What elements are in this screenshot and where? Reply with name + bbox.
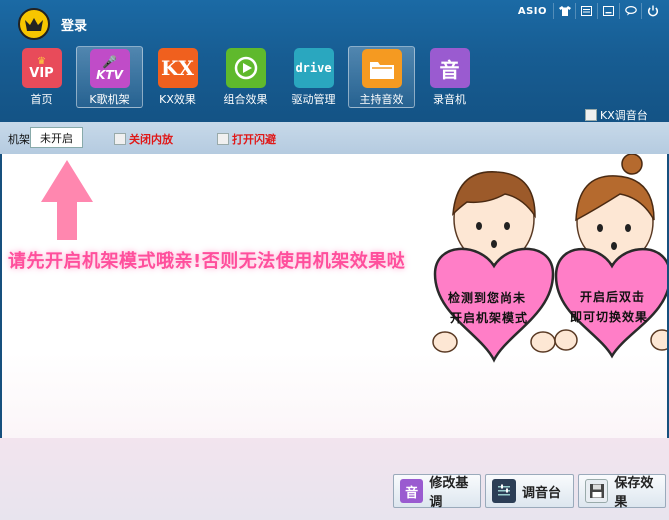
cartoon-boy-heart — [432, 171, 556, 363]
rack-notice-text: 请先开启机架模式哦亲!否则无法使用机架效果哒 — [8, 251, 406, 272]
mixer-sliders-icon — [492, 479, 516, 503]
nav-item-k-rack[interactable]: 🎤 KTV K歌机架 — [76, 46, 143, 108]
folder-icon — [361, 49, 402, 88]
nav-label: 首页 — [30, 93, 53, 106]
nav-icon-text: drive — [295, 61, 332, 75]
nav-label: K歌机架 — [89, 93, 130, 106]
login-link[interactable]: 登录 — [61, 15, 87, 34]
up-arrow-icon — [41, 160, 93, 240]
minimize-icon[interactable] — [597, 3, 619, 19]
window-controls: ASIO — [518, 2, 663, 20]
nav-item-kx-effect[interactable]: KX KX效果 — [144, 46, 211, 108]
nav-label: 主持音效 — [359, 93, 404, 106]
vip-crown-icon: ♛ VIP — [21, 48, 62, 88]
nav-item-host-sound[interactable]: 主持音效 — [348, 46, 415, 108]
close-internal-play-label: 关闭内放 — [129, 133, 173, 146]
nav-item-combo-effect[interactable]: 组合效果 — [212, 46, 279, 108]
yin-icon: 音 — [429, 48, 470, 88]
app-logo-icon — [18, 8, 50, 40]
kx-console-label: KX调音台 — [600, 109, 648, 122]
nav-label: 录音机 — [433, 93, 466, 106]
rack-toolbar: 机架 未开启 关闭内放 打开闪避 — [0, 122, 669, 154]
drive-icon: drive — [293, 48, 334, 88]
cartoon-girl-heart — [554, 154, 667, 359]
yin-icon: 音 — [400, 479, 424, 503]
heart-right-line1: 开启后双击 — [580, 290, 646, 304]
kx-console-toggle[interactable]: KX调音台 — [585, 107, 648, 123]
nav-icon-text: 音 — [439, 57, 460, 82]
save-effect-button[interactable]: 保存效果 — [578, 474, 666, 510]
open-ducking-option[interactable]: 打开闪避 — [217, 131, 276, 147]
save-effect-label: 保存效果 — [614, 476, 654, 510]
open-ducking-label: 打开闪避 — [232, 133, 276, 146]
ktv-mic-icon: 🎤 KTV — [89, 49, 130, 88]
asio-label[interactable]: ASIO — [518, 6, 547, 17]
close-internal-play-checkbox[interactable] — [114, 133, 126, 145]
shirt-skin-icon[interactable] — [553, 3, 575, 19]
save-disk-icon — [585, 479, 609, 503]
mixer-button[interactable]: 调音台 — [485, 474, 574, 508]
nav-item-driver-manage[interactable]: drive 驱动管理 — [280, 46, 347, 108]
kx-console-checkbox[interactable] — [585, 109, 597, 121]
modify-key-button[interactable]: 音 修改基调 — [393, 474, 481, 510]
open-ducking-checkbox[interactable] — [217, 133, 229, 145]
title-bar: 登录 ASIO ♛ VIP 首页 🎤 KTV K歌机架 KX KX效果 组合效果… — [0, 0, 669, 122]
rack-status-button[interactable]: 未开启 — [30, 127, 83, 148]
nav-icon-text: KTV — [96, 67, 123, 82]
rack-canvas: 请先开启机架模式哦亲!否则无法使用机架效果哒 检测到您尚未 开启机架模式 开启后… — [2, 154, 667, 438]
rack-label: 机架 — [8, 133, 30, 146]
main-nav: ♛ VIP 首页 🎤 KTV K歌机架 KX KX效果 组合效果 drive 驱… — [8, 46, 484, 110]
kx-icon: KX — [157, 48, 198, 88]
modify-icon-text: 音 — [405, 485, 419, 501]
nav-label: KX效果 — [159, 93, 196, 106]
menu-icon[interactable] — [575, 3, 597, 19]
heart-right-line2: 即可切换效果 — [570, 310, 649, 324]
play-combo-icon — [225, 48, 266, 88]
power-close-icon[interactable] — [641, 3, 663, 19]
nav-icon-text: VIP — [29, 66, 54, 81]
nav-item-home[interactable]: ♛ VIP 首页 — [8, 46, 75, 108]
modify-key-label: 修改基调 — [429, 476, 469, 510]
nav-item-recorder[interactable]: 音 录音机 — [416, 46, 483, 108]
heart-left-line2: 开启机架模式 — [450, 311, 529, 325]
heart-left-line1: 检测到您尚未 — [448, 291, 527, 305]
close-internal-play-option[interactable]: 关闭内放 — [114, 131, 173, 147]
nav-label: 驱动管理 — [291, 93, 336, 106]
mixer-label: 调音台 — [522, 485, 562, 501]
chat-feedback-icon[interactable] — [619, 3, 641, 19]
nav-icon-text: KX — [161, 56, 194, 80]
nav-label: 组合效果 — [223, 93, 268, 106]
